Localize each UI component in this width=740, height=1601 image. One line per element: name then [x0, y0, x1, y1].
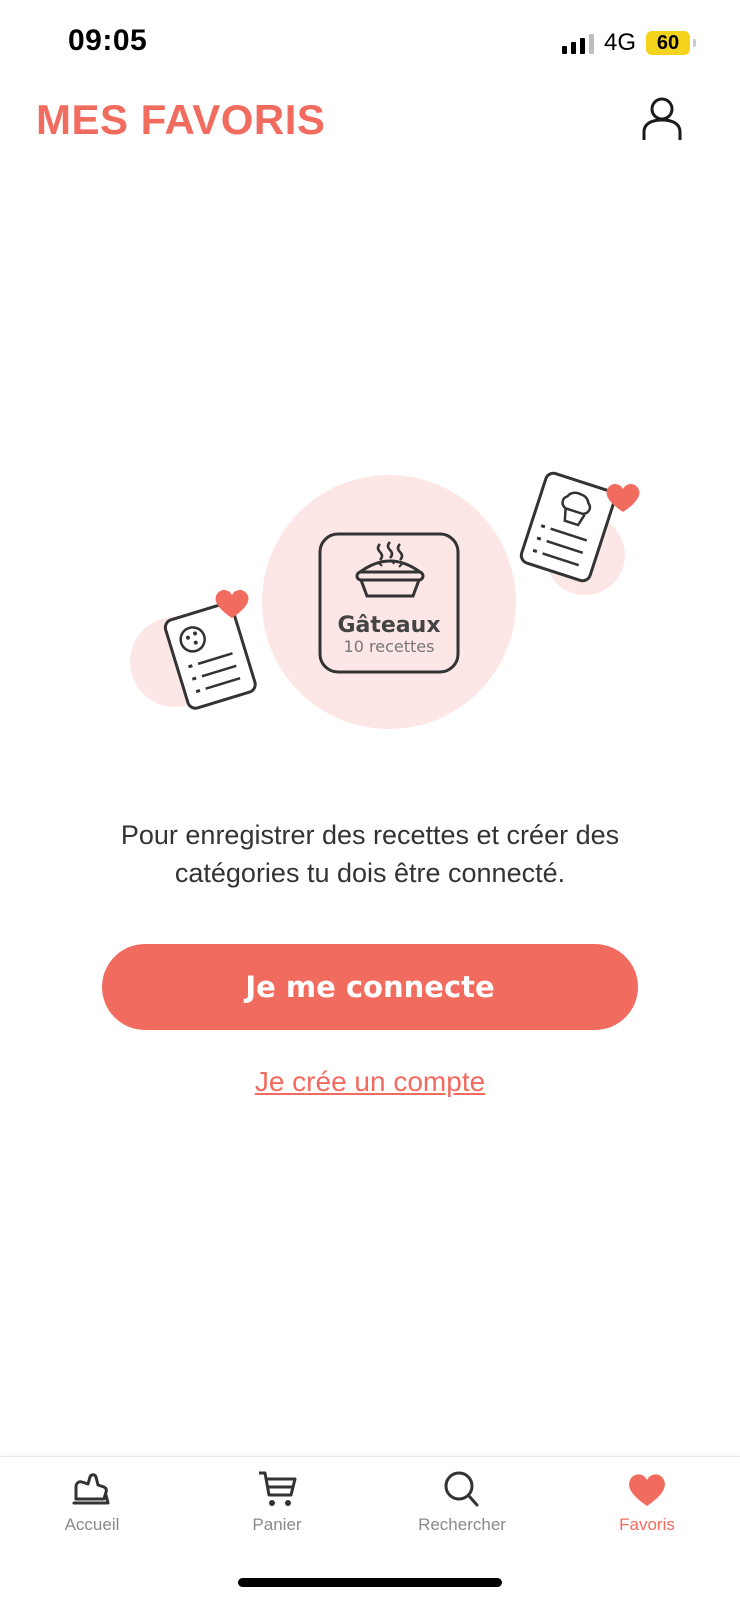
tab-rechercher[interactable]: Rechercher	[392, 1469, 532, 1559]
tab-accueil[interactable]: Accueil	[22, 1469, 162, 1559]
tab-label: Favoris	[619, 1515, 675, 1534]
search-icon	[444, 1471, 479, 1507]
profile-button[interactable]	[640, 96, 684, 142]
tab-panier[interactable]: Panier	[207, 1469, 347, 1559]
page-title: MES FAVORIS	[36, 96, 326, 143]
card-subtitle: 10 recettes	[344, 637, 435, 656]
heart-icon	[629, 1474, 665, 1506]
connect-button[interactable]: Je me connecte	[102, 944, 638, 1030]
tab-label: Rechercher	[418, 1515, 506, 1534]
tab-label: Accueil	[64, 1515, 120, 1534]
battery-level: 60	[656, 31, 680, 54]
login-required-message: Pour enregistrer des recettes et créer d…	[120, 820, 620, 888]
favorites-illustration: Gâteaux 10 recettes	[130, 471, 640, 729]
create-account-link[interactable]: Je crée un compte	[0, 1066, 740, 1098]
cart-icon	[259, 1471, 297, 1506]
status-indicators: 4G 60	[561, 28, 696, 58]
tab-favoris[interactable]: Favoris	[577, 1469, 717, 1559]
card-title: Gâteaux	[337, 613, 440, 638]
oven-mitt-icon	[72, 1473, 110, 1505]
tab-label: Panier	[252, 1515, 302, 1534]
user-icon	[642, 97, 682, 140]
status-time: 09:05	[68, 24, 148, 57]
network-type: 4G	[603, 29, 636, 56]
signal-icon	[561, 32, 594, 54]
home-indicator	[238, 1578, 502, 1587]
battery-icon: 60	[646, 31, 696, 55]
